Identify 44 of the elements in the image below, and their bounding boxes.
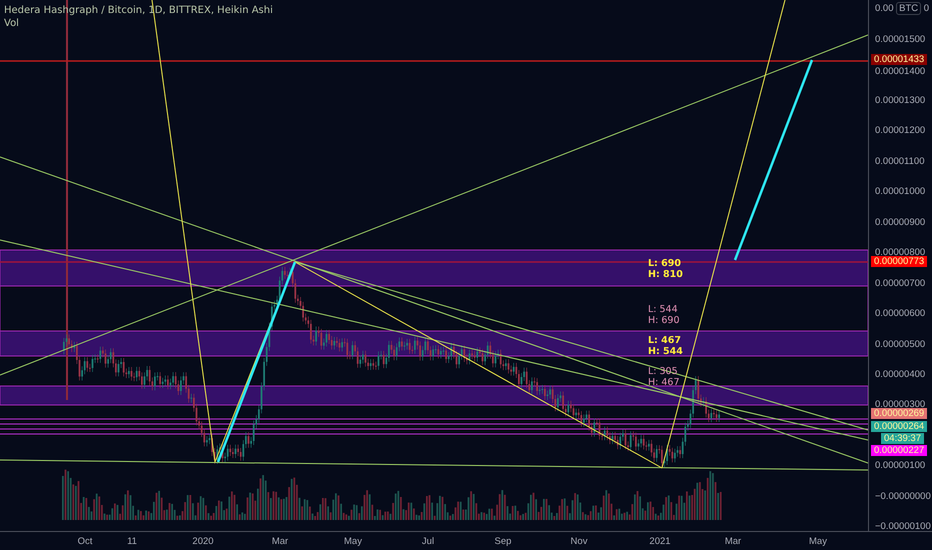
- price-label: 0.00001200: [875, 125, 926, 138]
- date-label: Mar: [272, 536, 288, 548]
- date-label: May: [344, 536, 362, 548]
- zone-label: L: 467: [648, 335, 682, 346]
- date-label: 2020: [192, 536, 214, 548]
- zone-label: H: 544: [648, 346, 683, 357]
- date-label: 2021: [649, 536, 671, 548]
- price-label: 0.00000300: [875, 399, 926, 410]
- price-label: 0.00000500: [875, 338, 926, 350]
- date-label: Nov: [570, 536, 588, 548]
- price-tag: 04:39:37: [881, 433, 924, 444]
- date-label: Mar: [724, 536, 742, 548]
- price-tag: 0.00001433: [871, 54, 928, 65]
- price-tag: 0.00000227: [871, 445, 928, 456]
- price-label: 0.00000900: [875, 216, 926, 229]
- price-label: 0.00001000: [875, 186, 926, 198]
- date-label: 11: [127, 536, 137, 548]
- date-label: Sep: [494, 536, 512, 548]
- volume-label: Vol: [4, 17, 20, 30]
- price-label: 0.00000700: [875, 278, 926, 290]
- zone-label: H: 690: [648, 315, 680, 326]
- price-label: 0.00001500: [875, 34, 926, 46]
- axis-value: 0.00: [875, 3, 894, 14]
- date-label: Oct: [78, 536, 92, 548]
- axis-value: 0: [924, 3, 930, 14]
- price-label: 0.00001100: [875, 156, 924, 168]
- price-label: 0.00001400: [875, 66, 926, 78]
- price-tag: 0.00000269: [871, 408, 928, 419]
- zone-label: L: 544: [648, 304, 679, 315]
- price-label: 0.00000400: [875, 368, 926, 381]
- price-label: −0.00000100: [875, 521, 931, 534]
- zone-label: H: 810: [648, 269, 683, 280]
- price-label: 0.00000100: [875, 460, 926, 472]
- currency-button[interactable]: BTC: [896, 2, 922, 15]
- date-label: Jul: [422, 536, 434, 548]
- price-tag: 0.00000264: [871, 421, 928, 432]
- zone-label: L: 690: [648, 258, 682, 269]
- date-label: May: [809, 536, 827, 548]
- zone-label: H: 467: [648, 377, 680, 388]
- price-label: 0.00001300: [875, 94, 926, 107]
- price-label: 0.00000800: [875, 247, 926, 258]
- price-label: −0.00000000: [875, 490, 931, 503]
- price-tag: 0.00000773: [871, 256, 928, 267]
- price-label: 0.00000600: [875, 308, 926, 320]
